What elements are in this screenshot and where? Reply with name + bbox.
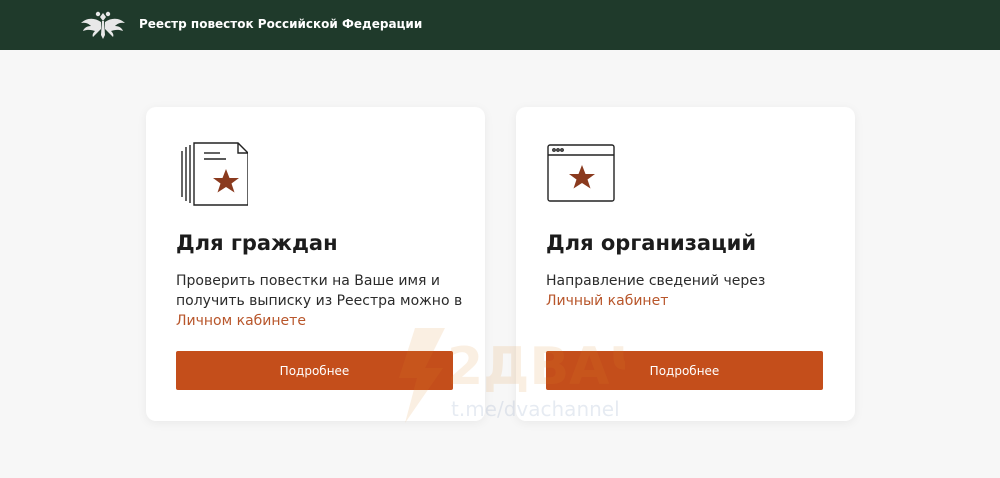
double-headed-eagle-icon[interactable] xyxy=(80,9,126,41)
site-title[interactable]: Реестр повесток Российской Федерации xyxy=(139,17,422,31)
card-description: Направление сведений через Личный кабине… xyxy=(546,271,836,311)
description-text: Проверить повестки на Ваше имя и получит… xyxy=(176,273,463,309)
description-text: Направление сведений через xyxy=(546,273,766,289)
button-label: Подробнее xyxy=(279,363,350,378)
details-button[interactable]: Подробнее xyxy=(546,351,823,390)
browser-window-star-icon xyxy=(547,144,615,202)
organizations-card: Для организаций Направление сведений чер… xyxy=(516,107,855,421)
personal-account-link[interactable]: Личном кабинете xyxy=(176,313,306,329)
details-button[interactable]: Подробнее xyxy=(176,351,453,390)
card-title: Для организаций xyxy=(546,231,757,255)
button-label: Подробнее xyxy=(649,363,720,378)
documents-star-icon xyxy=(181,142,248,206)
card-description: Проверить повестки на Ваше имя и получит… xyxy=(176,271,466,331)
personal-account-link[interactable]: Личный кабинет xyxy=(546,293,668,309)
citizens-card: Для граждан Проверить повестки на Ваше и… xyxy=(146,107,485,421)
card-title: Для граждан xyxy=(176,231,338,255)
top-header: Реестр повесток Российской Федерации xyxy=(0,0,1000,50)
